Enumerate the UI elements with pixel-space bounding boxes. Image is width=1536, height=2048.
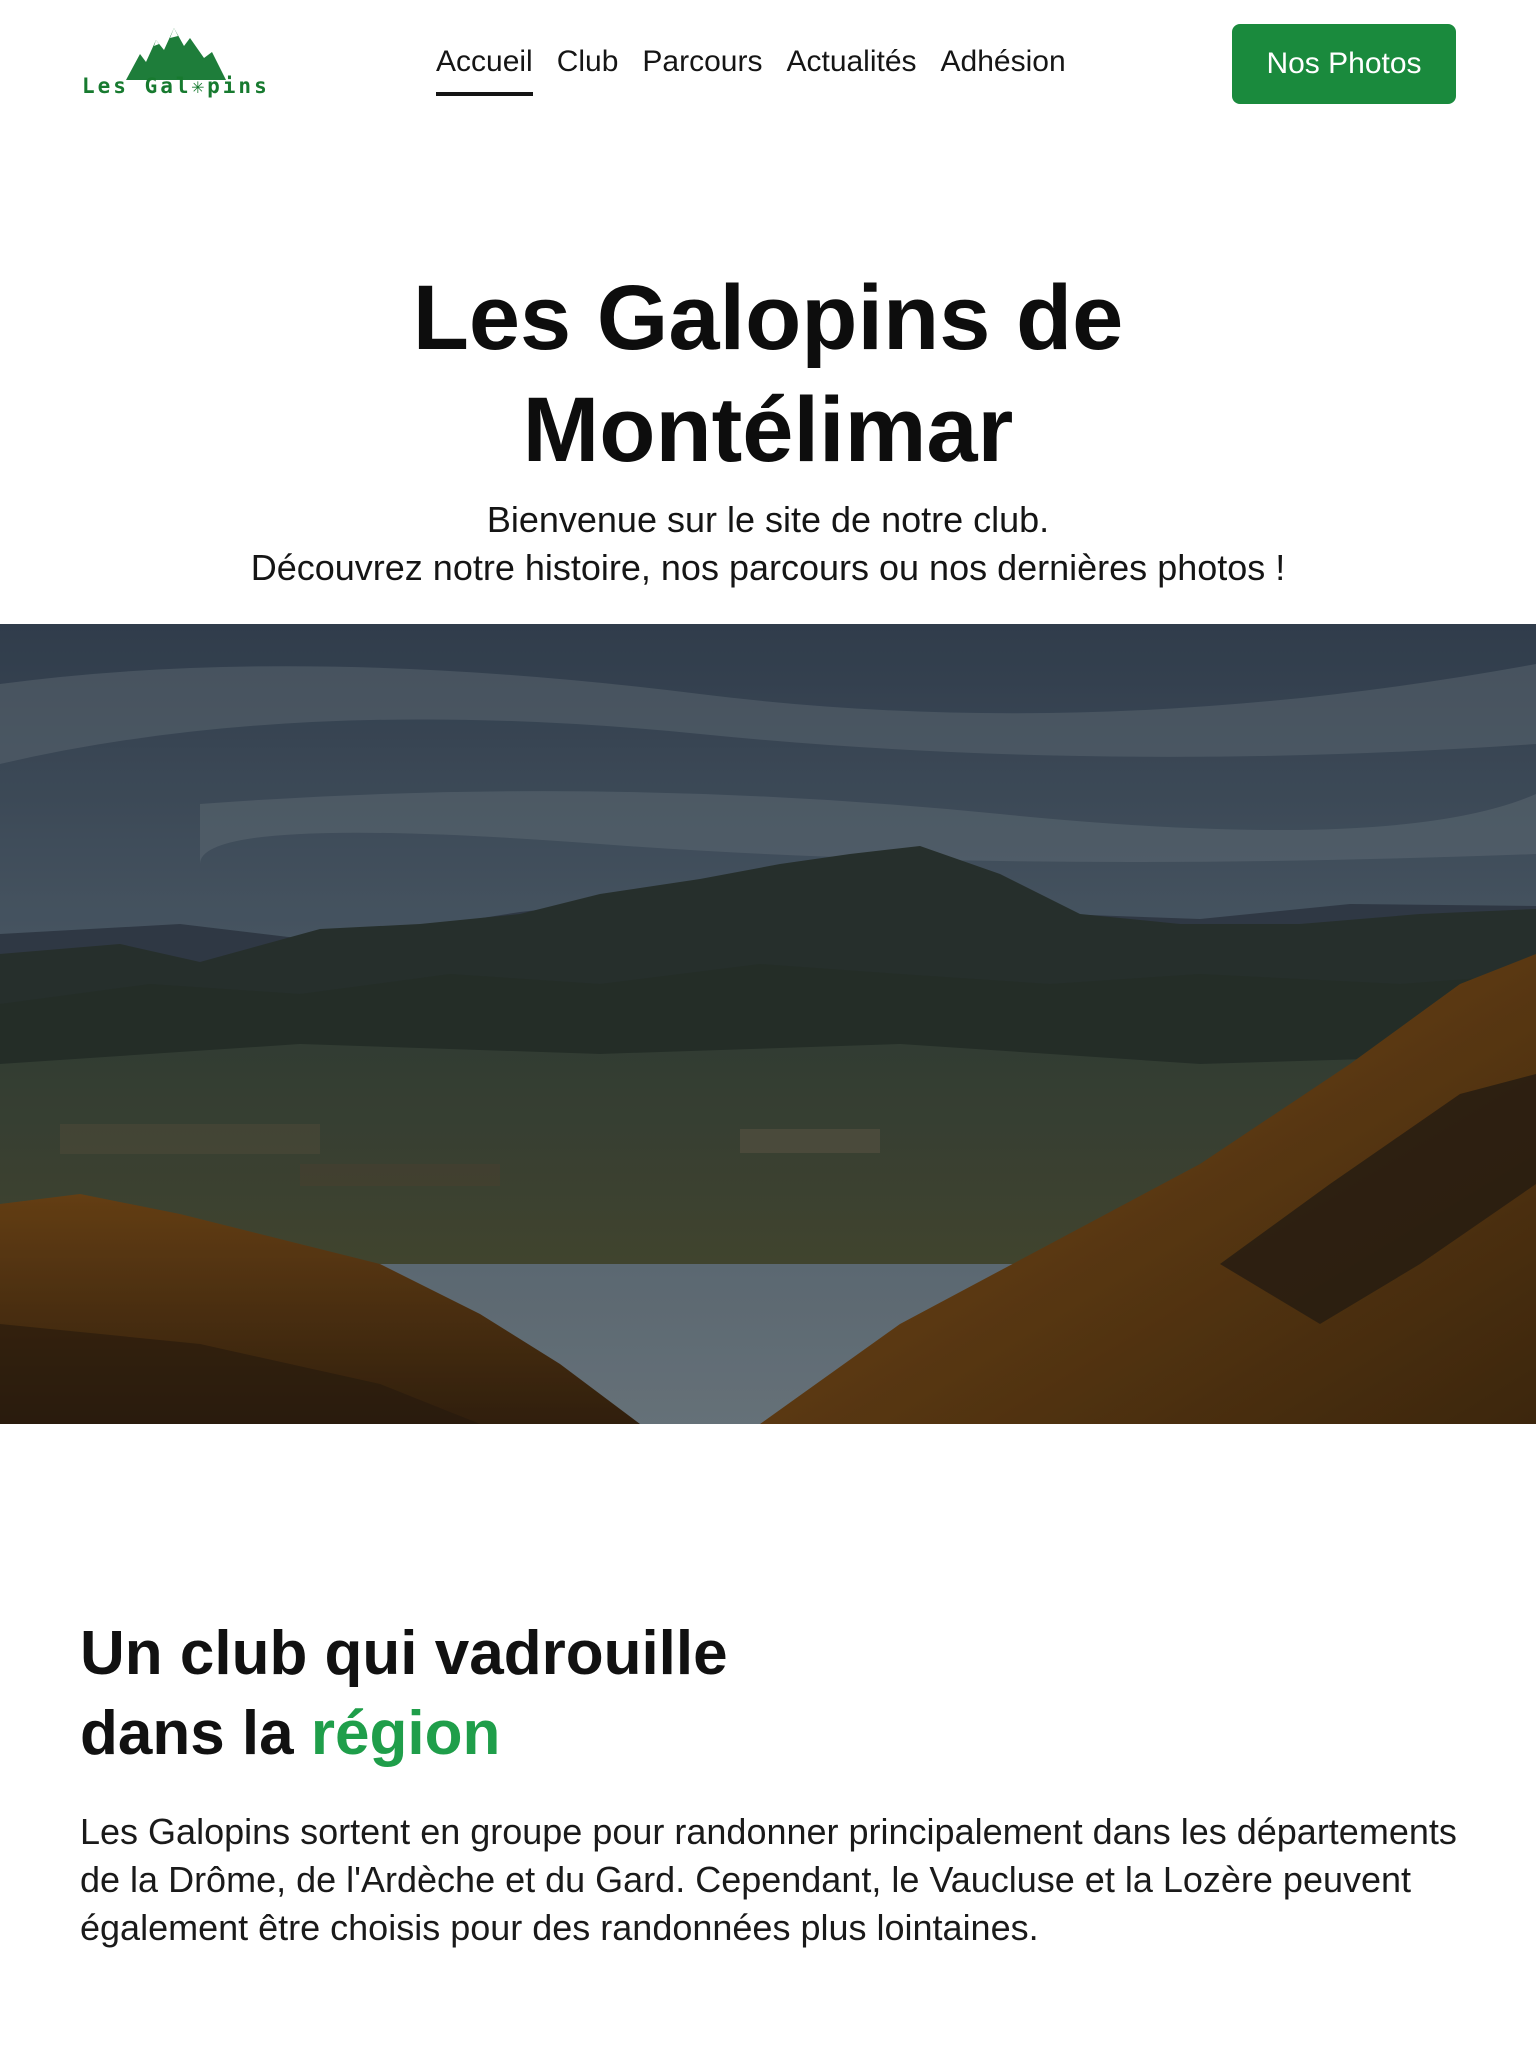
- page-title: Les Galopins de Montélimar: [0, 262, 1536, 486]
- club-heading-line2: dans la région: [80, 1694, 980, 1774]
- logo[interactable]: Les Gal✳pins: [82, 24, 272, 102]
- nos-photos-button[interactable]: Nos Photos: [1232, 24, 1456, 104]
- nav-item-accueil[interactable]: Accueil: [436, 40, 533, 96]
- club-section-heading: Un club qui vadrouille dans la région: [80, 1614, 980, 1774]
- site-header: Les Gal✳pins Accueil Club Parcours Actua…: [0, 0, 1536, 128]
- landscape-illustration: [0, 624, 1536, 1424]
- page-title-line2: Montélimar: [522, 379, 1014, 481]
- hero-subtitle: Bienvenue sur le site de notre club. Déc…: [0, 496, 1536, 592]
- nav-item-parcours[interactable]: Parcours: [642, 40, 762, 92]
- mountain-logo-icon: [126, 28, 226, 80]
- nav-item-actualites[interactable]: Actualités: [786, 40, 916, 92]
- hero-subtitle-line2: Découvrez notre histoire, nos parcours o…: [250, 547, 1286, 588]
- hero-landscape-image: [0, 624, 1536, 1424]
- club-description: Les Galopins sortent en groupe pour rand…: [80, 1811, 1457, 1948]
- nav-item-club[interactable]: Club: [557, 40, 619, 92]
- page-title-line1: Les Galopins de: [412, 267, 1124, 369]
- hero-subtitle-line1: Bienvenue sur le site de notre club.: [486, 499, 1050, 540]
- nav-item-adhesion[interactable]: Adhésion: [941, 40, 1066, 92]
- club-heading-prefix: dans la: [80, 1699, 311, 1768]
- main-nav: Accueil Club Parcours Actualités Adhésio…: [436, 40, 1090, 96]
- club-heading-accent: région: [310, 1699, 501, 1768]
- club-heading-line1: Un club qui vadrouille: [80, 1619, 728, 1688]
- logo-text: Les Gal✳pins: [82, 74, 270, 98]
